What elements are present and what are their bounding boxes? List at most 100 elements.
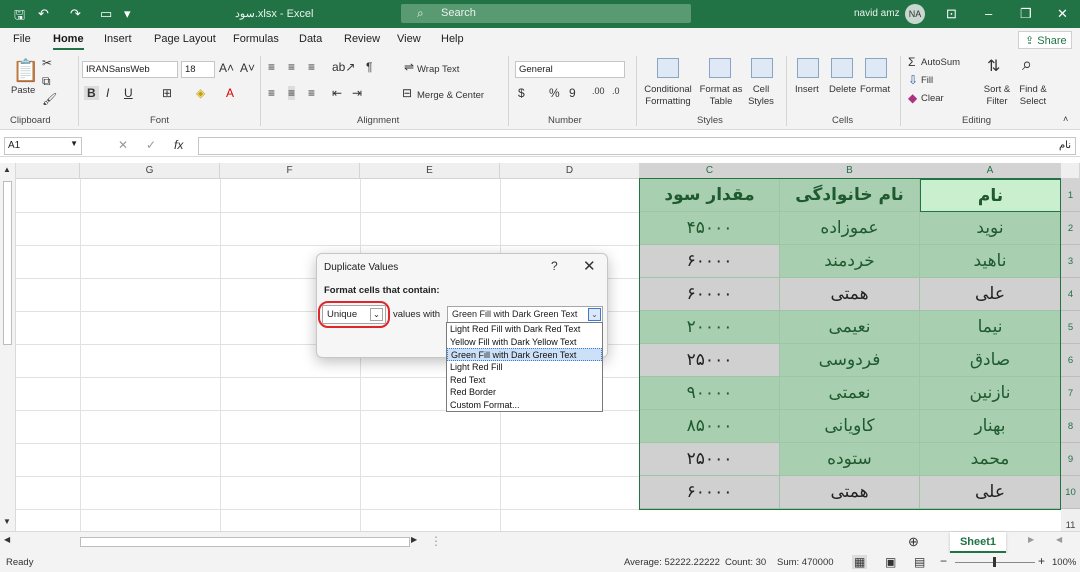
table-cell[interactable]: همتی	[780, 476, 920, 509]
increase-decimal-icon[interactable]: .00	[592, 86, 605, 96]
align-bottom-icon[interactable]: ≡	[308, 60, 315, 74]
close-icon[interactable]: ✕	[1057, 6, 1068, 22]
find-select-icon[interactable]: ⌕	[1022, 54, 1032, 75]
active-cell-a1[interactable]: نام	[920, 179, 1061, 212]
column-header-a[interactable]: A	[920, 163, 1061, 179]
avatar[interactable]: NA	[905, 4, 925, 24]
table-cell[interactable]: ناهید	[920, 245, 1061, 278]
horizontal-scrollbar-thumb[interactable]	[80, 537, 410, 547]
scroll-down-icon[interactable]: ▼	[3, 517, 11, 526]
format-as-table-label[interactable]: Format as Table	[698, 84, 744, 108]
help-button[interactable]: ?	[551, 259, 558, 273]
wrap-text-label[interactable]: Wrap Text	[417, 64, 459, 75]
align-top-icon[interactable]: ≡	[268, 60, 275, 74]
align-right-icon[interactable]: ≡	[308, 86, 315, 100]
cell-styles-icon[interactable]	[751, 58, 773, 78]
shrink-font-icon[interactable]: A˅	[240, 61, 255, 75]
insert-function-icon[interactable]: fx	[174, 138, 183, 152]
split-handle-icon[interactable]: ⋮	[430, 534, 442, 548]
font-size-select[interactable]: 18	[181, 61, 215, 78]
copy-icon[interactable]: ⧉	[42, 74, 51, 89]
scrollbar-thumb[interactable]	[3, 181, 12, 345]
sort-filter-label[interactable]: Sort & Filter	[982, 84, 1012, 108]
table-cell[interactable]: بهنار	[920, 410, 1061, 443]
tab-insert[interactable]: Insert	[104, 33, 132, 45]
tab-review[interactable]: Review	[344, 33, 380, 45]
tab-home[interactable]: Home	[53, 33, 84, 50]
format-option[interactable]: Custom Format...	[447, 399, 602, 412]
orientation-icon[interactable]: ab↗	[332, 60, 355, 74]
grow-font-icon[interactable]: A˄	[219, 61, 234, 75]
format-option[interactable]: Light Red Fill	[447, 361, 602, 374]
conditional-formatting-label[interactable]: Conditional Formatting	[642, 84, 694, 108]
table-header-cell[interactable]: مقدار سود	[640, 179, 780, 212]
select-all-corner[interactable]	[1061, 163, 1080, 179]
table-cell[interactable]: محمد	[920, 443, 1061, 476]
zoom-in-icon[interactable]: +	[1038, 554, 1045, 568]
format-option[interactable]: Yellow Fill with Dark Yellow Text	[447, 336, 602, 349]
format-cells-label[interactable]: Format	[860, 84, 890, 95]
column-header-b[interactable]: B	[780, 163, 920, 179]
insert-cells-label[interactable]: Insert	[795, 84, 819, 95]
row-header[interactable]: 11	[1061, 509, 1080, 531]
format-option[interactable]: Red Text	[447, 374, 602, 387]
table-cell[interactable]: ۴۵۰۰۰	[640, 212, 780, 245]
insert-cells-icon[interactable]	[797, 58, 819, 78]
prev-sheet-icon[interactable]: ◀	[1056, 535, 1062, 544]
column-header-c[interactable]: C	[640, 163, 780, 179]
undo-icon[interactable]: ↶	[38, 6, 49, 22]
table-cell[interactable]: فردوسی	[780, 344, 920, 377]
find-select-label[interactable]: Find & Select	[1016, 84, 1050, 108]
tab-view[interactable]: View	[397, 33, 421, 45]
underline-icon[interactable]: U	[124, 86, 133, 100]
table-cell[interactable]: نوید	[920, 212, 1061, 245]
table-cell[interactable]: ۹۰۰۰۰	[640, 377, 780, 410]
autosum-label[interactable]: AutoSum	[921, 57, 960, 68]
table-cell[interactable]: ستوده	[780, 443, 920, 476]
tab-file[interactable]: File	[13, 33, 31, 45]
search-input[interactable]: ⌕ Search	[401, 4, 691, 23]
name-box[interactable]: A1 ▼	[4, 137, 82, 155]
table-cell[interactable]: همتی	[780, 278, 920, 311]
merge-center-label[interactable]: Merge & Center	[417, 90, 484, 101]
tab-page-layout[interactable]: Page Layout	[154, 33, 216, 45]
format-option-selected[interactable]: Green Fill with Dark Green Text	[447, 348, 602, 362]
customize-toolbar-icon[interactable]: ▾	[124, 6, 131, 22]
decrease-indent-icon[interactable]: ⇤	[332, 86, 342, 100]
format-option[interactable]: Light Red Fill with Dark Red Text	[447, 323, 602, 336]
table-cell[interactable]: نازنین	[920, 377, 1061, 410]
format-option[interactable]: Red Border	[447, 386, 602, 399]
row-header[interactable]: 9	[1061, 443, 1080, 476]
table-cell[interactable]: نعیمی	[780, 311, 920, 344]
confirm-entry-icon[interactable]: ✓	[146, 138, 156, 152]
collapse-ribbon-icon[interactable]: ˄	[1063, 114, 1068, 124]
font-name-select[interactable]: IRANSansWeb	[82, 61, 178, 78]
chevron-down-icon[interactable]: ⌄	[588, 308, 601, 321]
row-header[interactable]: 5	[1061, 311, 1080, 344]
table-cell[interactable]: کاویانی	[780, 410, 920, 443]
clear-label[interactable]: Clear	[921, 93, 944, 104]
align-middle-icon[interactable]: ≡	[288, 60, 295, 74]
column-header-g[interactable]: G	[80, 163, 220, 179]
save-icon[interactable]: 🖫	[14, 6, 25, 28]
vertical-scrollbar[interactable]: ▲ ▼	[0, 163, 16, 531]
table-cell[interactable]: خردمند	[780, 245, 920, 278]
zoom-out-icon[interactable]: −	[940, 554, 947, 568]
redo-icon[interactable]: ↷	[70, 6, 81, 22]
zoom-slider-thumb[interactable]	[993, 557, 996, 567]
table-cell[interactable]: علی	[920, 278, 1061, 311]
tab-help[interactable]: Help	[441, 33, 464, 45]
table-cell[interactable]: نعمتی	[780, 377, 920, 410]
increase-indent-icon[interactable]: ⇥	[352, 86, 362, 100]
dialog-close-icon[interactable]: ✕	[583, 257, 596, 275]
zoom-level[interactable]: 100%	[1052, 557, 1076, 568]
scroll-up-icon[interactable]: ▲	[3, 165, 11, 174]
column-header-e[interactable]: E	[360, 163, 500, 179]
row-header[interactable]: 10	[1061, 476, 1080, 509]
new-file-icon[interactable]: ▭	[100, 6, 112, 22]
row-header[interactable]: 4	[1061, 278, 1080, 311]
ribbon-display-icon[interactable]: ⊡	[946, 6, 957, 22]
fill-color-icon[interactable]: ◈	[196, 86, 205, 100]
table-cell[interactable]: ۲۵۰۰۰	[640, 443, 780, 476]
sheet-tab-sheet1[interactable]: Sheet1	[950, 532, 1006, 553]
